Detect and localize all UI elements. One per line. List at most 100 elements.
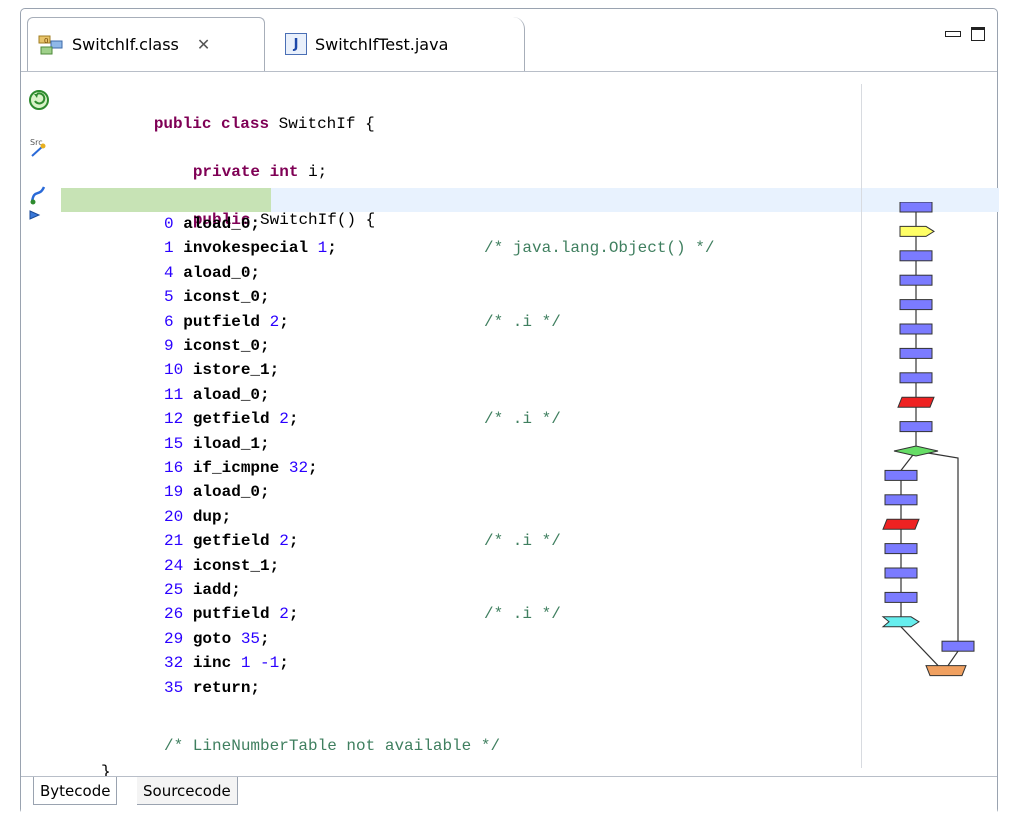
instruction-line[interactable]: 15 iload_1; bbox=[164, 432, 270, 456]
instruction-opcode: iload_1; bbox=[192, 434, 270, 453]
instruction-line[interactable]: 10 istore_1; bbox=[164, 358, 279, 382]
cfg-field-read-node bbox=[897, 396, 935, 408]
instruction-opcode: invokespecial bbox=[183, 239, 309, 258]
instruction-line[interactable]: 26 putfield 2; bbox=[164, 602, 298, 626]
tab-sourcecode[interactable]: Sourcecode bbox=[137, 777, 238, 805]
instruction-line[interactable]: 32 iinc 1 -1; bbox=[164, 651, 289, 675]
instruction-line[interactable]: 21 getfield 2; bbox=[164, 529, 298, 553]
instruction-comment: /* .i */ bbox=[484, 410, 561, 429]
instruction-offset: 4 bbox=[164, 263, 174, 282]
instruction-line[interactable]: 25 iadd; bbox=[164, 578, 241, 602]
cfg-block-node bbox=[899, 421, 933, 433]
cfg-return-node bbox=[925, 665, 967, 677]
close-icon[interactable]: ✕ bbox=[197, 35, 210, 54]
instruction-opcode: aload_0; bbox=[183, 263, 261, 282]
class-file-icon: 0 bbox=[38, 33, 64, 57]
instruction-offset: 10 bbox=[164, 361, 184, 380]
tab-switchiftest-java[interactable]: J SwitchIfTest.java bbox=[265, 17, 525, 71]
instruction-line[interactable]: 16 if_icmpne 32; bbox=[164, 456, 318, 480]
instruction-operand: 35 bbox=[240, 629, 261, 648]
cfg-block-node bbox=[884, 567, 918, 579]
instruction-line[interactable]: 5 iconst_0; bbox=[164, 285, 270, 309]
maximize-icon[interactable] bbox=[971, 27, 985, 41]
cfg-block-node bbox=[941, 640, 975, 652]
instruction-line[interactable]: 29 goto 35; bbox=[164, 627, 270, 651]
instruction-operand: 32 bbox=[288, 459, 309, 477]
instruction-opcode: aload_0; bbox=[183, 215, 261, 233]
cfg-block-node bbox=[899, 323, 933, 335]
instruction-line[interactable]: 20 dup; bbox=[164, 505, 231, 529]
instruction-line[interactable]: 11 aload_0; bbox=[164, 383, 270, 407]
instruction-offset: 29 bbox=[164, 629, 184, 648]
cfg-block-node bbox=[884, 543, 918, 555]
cfg-block-node bbox=[899, 202, 933, 213]
instruction-offset: 11 bbox=[164, 385, 184, 404]
control-flow-graph[interactable] bbox=[876, 202, 994, 722]
cfg-block-node bbox=[899, 299, 933, 311]
instruction-terminator: ; bbox=[279, 312, 289, 331]
instruction-opcode: iadd; bbox=[192, 581, 241, 599]
cfg-block-node bbox=[899, 347, 933, 359]
instruction-line[interactable]: 0 aload_0; bbox=[164, 212, 260, 236]
instruction-operand: 2 bbox=[279, 410, 289, 429]
instruction-offset: 32 bbox=[164, 654, 184, 673]
cfg-goto-node bbox=[881, 616, 920, 628]
instruction-offset: 5 bbox=[164, 288, 174, 307]
instruction-offset: 15 bbox=[164, 434, 184, 453]
instruction-line[interactable]: 9 iconst_0; bbox=[164, 334, 270, 358]
instruction-opcode: getfield bbox=[192, 532, 270, 551]
instruction-line[interactable]: 24 iconst_1; bbox=[164, 554, 279, 578]
method-marker-icon bbox=[30, 186, 46, 205]
cfg-block-node bbox=[899, 250, 933, 262]
instruction-line[interactable]: 1 invokespecial 1; bbox=[164, 236, 337, 260]
instruction-terminator: ; bbox=[288, 532, 299, 551]
instruction-offset: 1 bbox=[164, 239, 174, 258]
cfg-block-node bbox=[899, 274, 933, 286]
svg-text:0: 0 bbox=[44, 37, 48, 45]
instruction-opcode: if_icmpne bbox=[192, 459, 280, 477]
constructor-declaration-line: public SwitchIf() { bbox=[192, 211, 376, 229]
instruction-offset: 0 bbox=[164, 215, 174, 233]
bytecode-editor[interactable]: Src public class SwitchIf { private int … bbox=[21, 72, 999, 781]
class-declaration-line: public class SwitchIf { bbox=[153, 115, 375, 133]
instruction-terminator: ; bbox=[288, 605, 299, 624]
instruction-offset: 35 bbox=[164, 678, 184, 697]
instruction-terminator: ; bbox=[327, 239, 337, 258]
tab-bytecode[interactable]: Bytecode bbox=[33, 777, 118, 805]
instruction-line[interactable]: 4 aload_0; bbox=[164, 261, 260, 285]
instruction-opcode: aload_0; bbox=[192, 385, 270, 404]
instruction-terminator: ; bbox=[260, 629, 270, 648]
instruction-operand: 2 bbox=[279, 605, 289, 624]
tab-label: SwitchIf.class bbox=[72, 35, 179, 54]
instruction-line[interactable]: 35 return; bbox=[164, 676, 260, 700]
instruction-offset: 21 bbox=[164, 532, 184, 551]
instruction-line[interactable]: 19 aload_0; bbox=[164, 480, 270, 504]
editor-tab-bar: 0 SwitchIf.class ✕ J SwitchIfTest.java bbox=[21, 9, 997, 72]
instruction-opcode: dup; bbox=[192, 507, 232, 526]
instruction-offset: 26 bbox=[164, 605, 184, 624]
instruction-offset: 6 bbox=[164, 312, 174, 331]
cfg-block-node bbox=[884, 469, 918, 481]
minimize-icon[interactable] bbox=[945, 31, 961, 37]
instruction-offset: 9 bbox=[164, 337, 174, 355]
instruction-opcode: putfield bbox=[192, 605, 270, 624]
instruction-offset: 16 bbox=[164, 459, 184, 477]
tab-switchif-class[interactable]: 0 SwitchIf.class ✕ bbox=[27, 17, 265, 71]
instruction-offset: 12 bbox=[164, 410, 184, 429]
cfg-edge bbox=[915, 450, 959, 642]
instruction-operand: 1 bbox=[317, 239, 328, 258]
instruction-line[interactable]: 6 putfield 2; bbox=[164, 310, 289, 334]
instruction-line[interactable]: 12 getfield 2; bbox=[164, 407, 298, 431]
instruction-opcode: iconst_0; bbox=[183, 288, 270, 307]
instruction-operand: 2 bbox=[279, 532, 289, 551]
instruction-opcode: iconst_0; bbox=[183, 337, 270, 355]
instruction-comment: /* .i */ bbox=[484, 532, 561, 551]
instruction-offset: 25 bbox=[164, 581, 184, 599]
instruction-opcode: iinc bbox=[192, 654, 232, 673]
instruction-comment: /* java.lang.Object() */ bbox=[484, 239, 715, 258]
bottom-tab-bar: Bytecode Sourcecode bbox=[21, 776, 997, 814]
cfg-call-node bbox=[899, 225, 935, 237]
cfg-field-read-node bbox=[882, 518, 920, 530]
instruction-terminator: ; bbox=[288, 410, 299, 429]
instruction-operand: 1 -1 bbox=[240, 654, 280, 673]
